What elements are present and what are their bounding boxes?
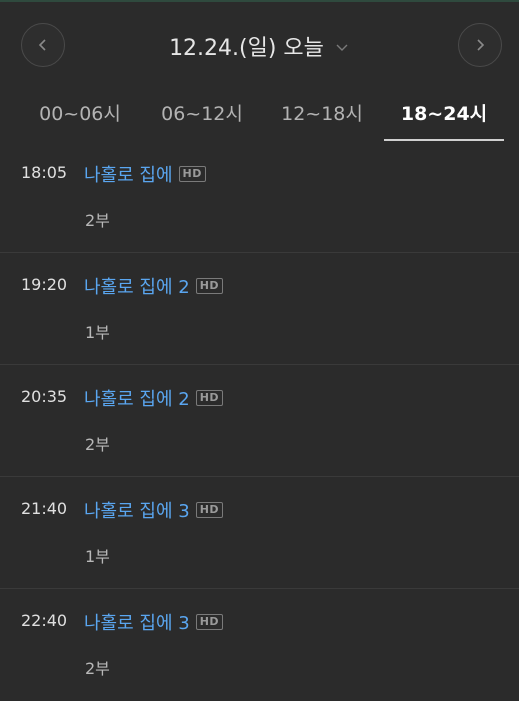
program-title: 나홀로 집에 [84,165,173,186]
hd-badge: HD [195,502,224,518]
hd-badge: HD [195,390,224,406]
schedule-row[interactable]: 20:35 나홀로 집에 2 HD 2부 [0,365,519,477]
program-episode: 2부 [85,435,110,454]
program-time: 22:40 [21,611,68,630]
program-episode: 2부 [85,211,110,230]
tab-00-06[interactable]: 00~06시 [20,84,140,140]
program-title-link[interactable]: 나홀로 집에 3 HD [84,497,224,523]
program-title-link[interactable]: 나홀로 집에 3 HD [84,609,224,635]
time-range-tabs: 00~06시 06~12시 12~18시 18~24시 [0,84,519,141]
chevron-down-icon [336,44,348,51]
program-time: 19:20 [21,275,68,294]
tab-06-12[interactable]: 06~12시 [142,84,262,140]
hd-badge: HD [178,166,206,182]
schedule-row[interactable]: 18:05 나홀로 집에 HD 2부 [0,141,519,253]
hd-badge: HD [195,614,224,630]
program-episode: 2부 [85,659,110,678]
date-label: 12.24.(일) 오늘 [169,36,324,61]
program-title: 나홀로 집에 2 [84,277,190,298]
program-title-link[interactable]: 나홀로 집에 2 HD [84,385,224,411]
program-title-link[interactable]: 나홀로 집에 HD [84,161,206,187]
tab-12-18[interactable]: 12~18시 [262,84,382,140]
program-time: 21:40 [21,499,68,518]
program-title: 나홀로 집에 3 [84,501,190,522]
program-title-link[interactable]: 나홀로 집에 2 HD [84,273,224,299]
date-header: 12.24.(일) 오늘 [0,2,519,84]
next-day-button[interactable] [458,23,502,67]
hd-badge: HD [195,278,224,294]
program-episode: 1부 [85,547,110,566]
schedule-row[interactable]: 22:40 나홀로 집에 3 HD 2부 [0,589,519,701]
program-time: 20:35 [21,387,68,406]
date-selector[interactable]: 12.24.(일) 오늘 [0,30,519,62]
schedule-row[interactable]: 19:20 나홀로 집에 2 HD 1부 [0,253,519,365]
program-episode: 1부 [85,323,110,342]
program-title: 나홀로 집에 2 [84,389,190,410]
schedule-row[interactable]: 21:40 나홀로 집에 3 HD 1부 [0,477,519,589]
chevron-right-icon [477,39,485,51]
schedule-list: 18:05 나홀로 집에 HD 2부 19:20 나홀로 집에 2 HD 1부 … [0,141,519,701]
program-title: 나홀로 집에 3 [84,613,190,634]
tab-18-24[interactable]: 18~24시 [384,84,504,141]
program-time: 18:05 [21,163,68,182]
